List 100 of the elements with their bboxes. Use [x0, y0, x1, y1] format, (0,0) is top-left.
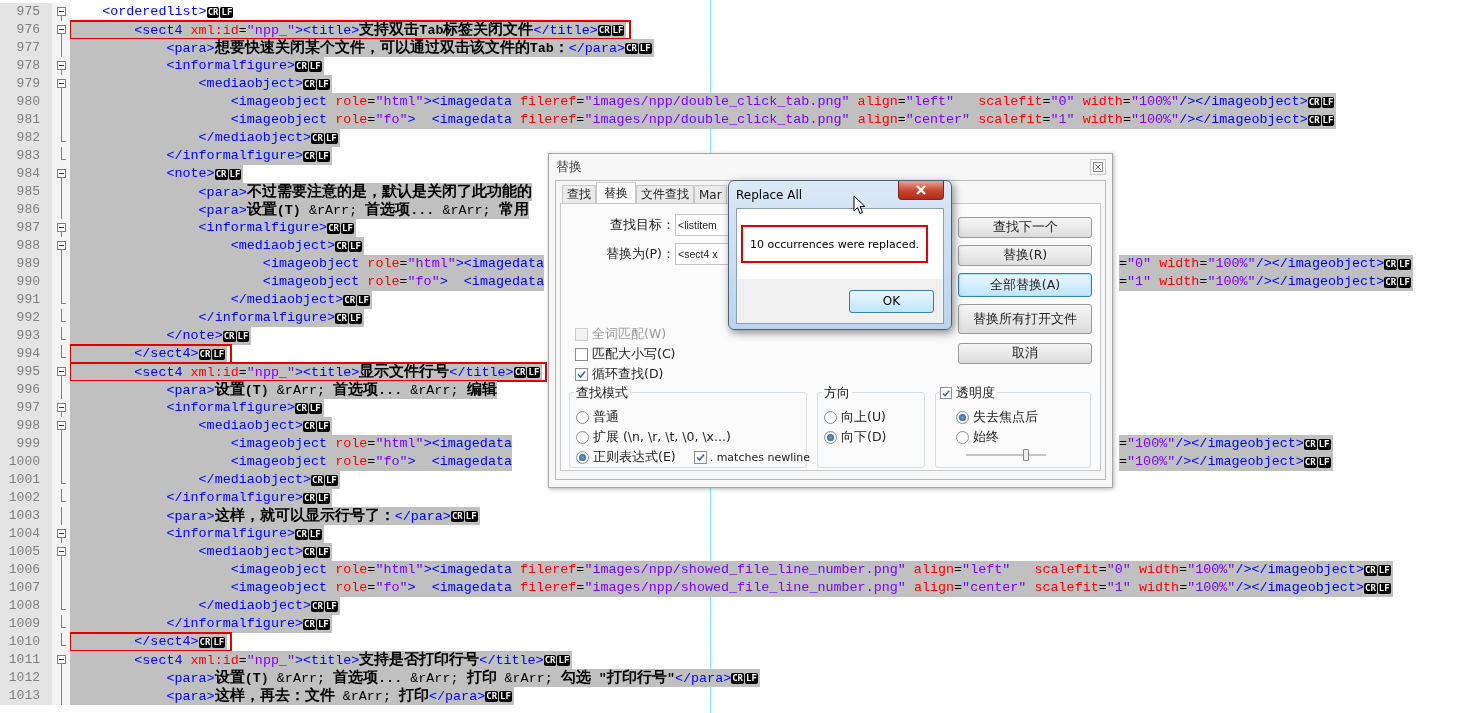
- collapse-icon[interactable]: [57, 421, 66, 430]
- radio-button[interactable]: [956, 410, 969, 424]
- dialog-button[interactable]: 替换(R): [958, 245, 1092, 266]
- collapse-icon[interactable]: [57, 403, 66, 412]
- line-end-marker: CR LF: [303, 147, 332, 165]
- field-label: 查找目标：: [609, 216, 675, 234]
- collapse-icon[interactable]: [57, 79, 66, 88]
- line-end-marker: CR LF: [625, 39, 654, 57]
- slider-thumb[interactable]: [1023, 449, 1029, 461]
- dialog-button[interactable]: 取消: [958, 343, 1092, 364]
- line-number: 1005: [0, 543, 52, 561]
- collapse-icon[interactable]: [57, 655, 66, 664]
- line-end-marker: CR LF: [1384, 255, 1413, 273]
- line-number: 1010: [0, 633, 52, 651]
- field-label: 替换为(P)：: [604, 245, 675, 263]
- collapse-icon[interactable]: [57, 7, 66, 16]
- line-end-marker: CR LF: [198, 345, 228, 363]
- radio-label: 失去焦点后: [973, 408, 1038, 426]
- collapse-icon[interactable]: [57, 25, 66, 34]
- collapse-icon[interactable]: [57, 367, 66, 376]
- checkbox[interactable]: [693, 450, 707, 464]
- line-end-marker: CR LF: [450, 507, 480, 525]
- line-number: 1000: [0, 453, 52, 471]
- line-end-marker: CR LF: [295, 525, 324, 543]
- line-number: 995: [0, 363, 52, 381]
- collapse-icon[interactable]: [57, 223, 66, 232]
- line-end-marker: CR LF: [1303, 453, 1333, 471]
- code-fragment: ="100%"/></imageobject>: [1119, 453, 1304, 471]
- group-label: 查找模式: [574, 386, 630, 400]
- code-line: <orderedlist>: [101, 3, 207, 21]
- line-number: 993: [0, 327, 52, 345]
- message-text: 10 occurrences were replaced.: [750, 237, 920, 251]
- line-end-marker: CR LF: [335, 237, 364, 255]
- ok-button[interactable]: OK: [849, 289, 934, 313]
- line-number: 997: [0, 399, 52, 417]
- line-number: 1002: [0, 489, 52, 507]
- line-number: 1013: [0, 687, 52, 705]
- fold-end-icon: [61, 489, 66, 502]
- tab[interactable]: Mar: [694, 185, 727, 203]
- line-number: 990: [0, 273, 52, 291]
- line-number: 989: [0, 255, 52, 273]
- line-number: 980: [0, 93, 52, 111]
- fold-end-icon: [61, 633, 66, 646]
- line-end-marker: CR LF: [295, 399, 324, 417]
- fold-end-icon: [61, 615, 66, 628]
- line-number: 992: [0, 309, 52, 327]
- tab[interactable]: 文件查找: [636, 185, 694, 203]
- line-number: 999: [0, 435, 52, 453]
- fold-end-icon: [61, 345, 66, 358]
- line-number: 986: [0, 201, 52, 219]
- line-number: 978: [0, 57, 52, 75]
- tab[interactable]: 替换: [596, 182, 636, 203]
- line-number: 1003: [0, 507, 52, 525]
- line-end-marker: CR LF: [1364, 579, 1393, 597]
- fold-end-icon: [61, 309, 66, 322]
- collapse-icon[interactable]: [57, 547, 66, 556]
- radio-label: 扩展 (\n, \r, \t, \0, \x...): [593, 428, 731, 446]
- checkbox[interactable]: [575, 347, 588, 361]
- tab[interactable]: 查找: [562, 185, 596, 203]
- line-number: 988: [0, 237, 52, 255]
- line-number: 979: [0, 75, 52, 93]
- line-number: 1004: [0, 525, 52, 543]
- line-number: 983: [0, 147, 52, 165]
- dialog-button[interactable]: 全部替换(A): [958, 273, 1092, 297]
- line-end-marker: CR LF: [485, 687, 514, 705]
- line-number: 977: [0, 39, 52, 57]
- line-end-marker: CR LF: [303, 615, 332, 633]
- line-number: 1001: [0, 471, 52, 489]
- radio-button[interactable]: [576, 430, 589, 444]
- radio-button[interactable]: [576, 410, 589, 424]
- checkbox[interactable]: [575, 367, 588, 381]
- line-end-marker: CR LF: [1363, 561, 1393, 579]
- line-end-marker: CR LF: [311, 129, 340, 147]
- dialog-title: Replace All: [736, 187, 803, 202]
- fold-end-icon: [61, 327, 66, 340]
- collapse-icon[interactable]: [57, 529, 66, 538]
- line-end-marker: CR LF: [214, 165, 244, 183]
- line-number: 987: [0, 219, 52, 237]
- fold-end-icon: [61, 147, 66, 160]
- radio-button[interactable]: [576, 450, 589, 464]
- radio-button[interactable]: [824, 410, 837, 424]
- dialog-button[interactable]: 替换所有打开文件: [958, 304, 1092, 334]
- dialog-button[interactable]: 查找下一个: [958, 217, 1092, 238]
- collapse-icon[interactable]: [57, 169, 66, 178]
- line-end-marker: CR LF: [1307, 93, 1337, 111]
- line-end-marker: CR LF: [513, 363, 543, 381]
- radio-label: 正则表达式(E): [593, 448, 676, 466]
- close-button[interactable]: [898, 181, 944, 200]
- line-end-marker: CR LF: [303, 543, 332, 561]
- checkbox[interactable]: [940, 387, 952, 399]
- line-number: 1011: [0, 651, 52, 669]
- radio-button[interactable]: [956, 430, 969, 444]
- collapse-icon[interactable]: [57, 61, 66, 70]
- collapse-icon[interactable]: [57, 241, 66, 250]
- line-number: 984: [0, 165, 52, 183]
- line-number: 994: [0, 345, 52, 363]
- dialog-title: 替换: [556, 158, 582, 176]
- radio-button[interactable]: [824, 430, 837, 444]
- code-fragment: ="0" width="100%"/></imageobject>: [1119, 255, 1385, 273]
- checkbox-label: 循环查找(D): [592, 365, 664, 383]
